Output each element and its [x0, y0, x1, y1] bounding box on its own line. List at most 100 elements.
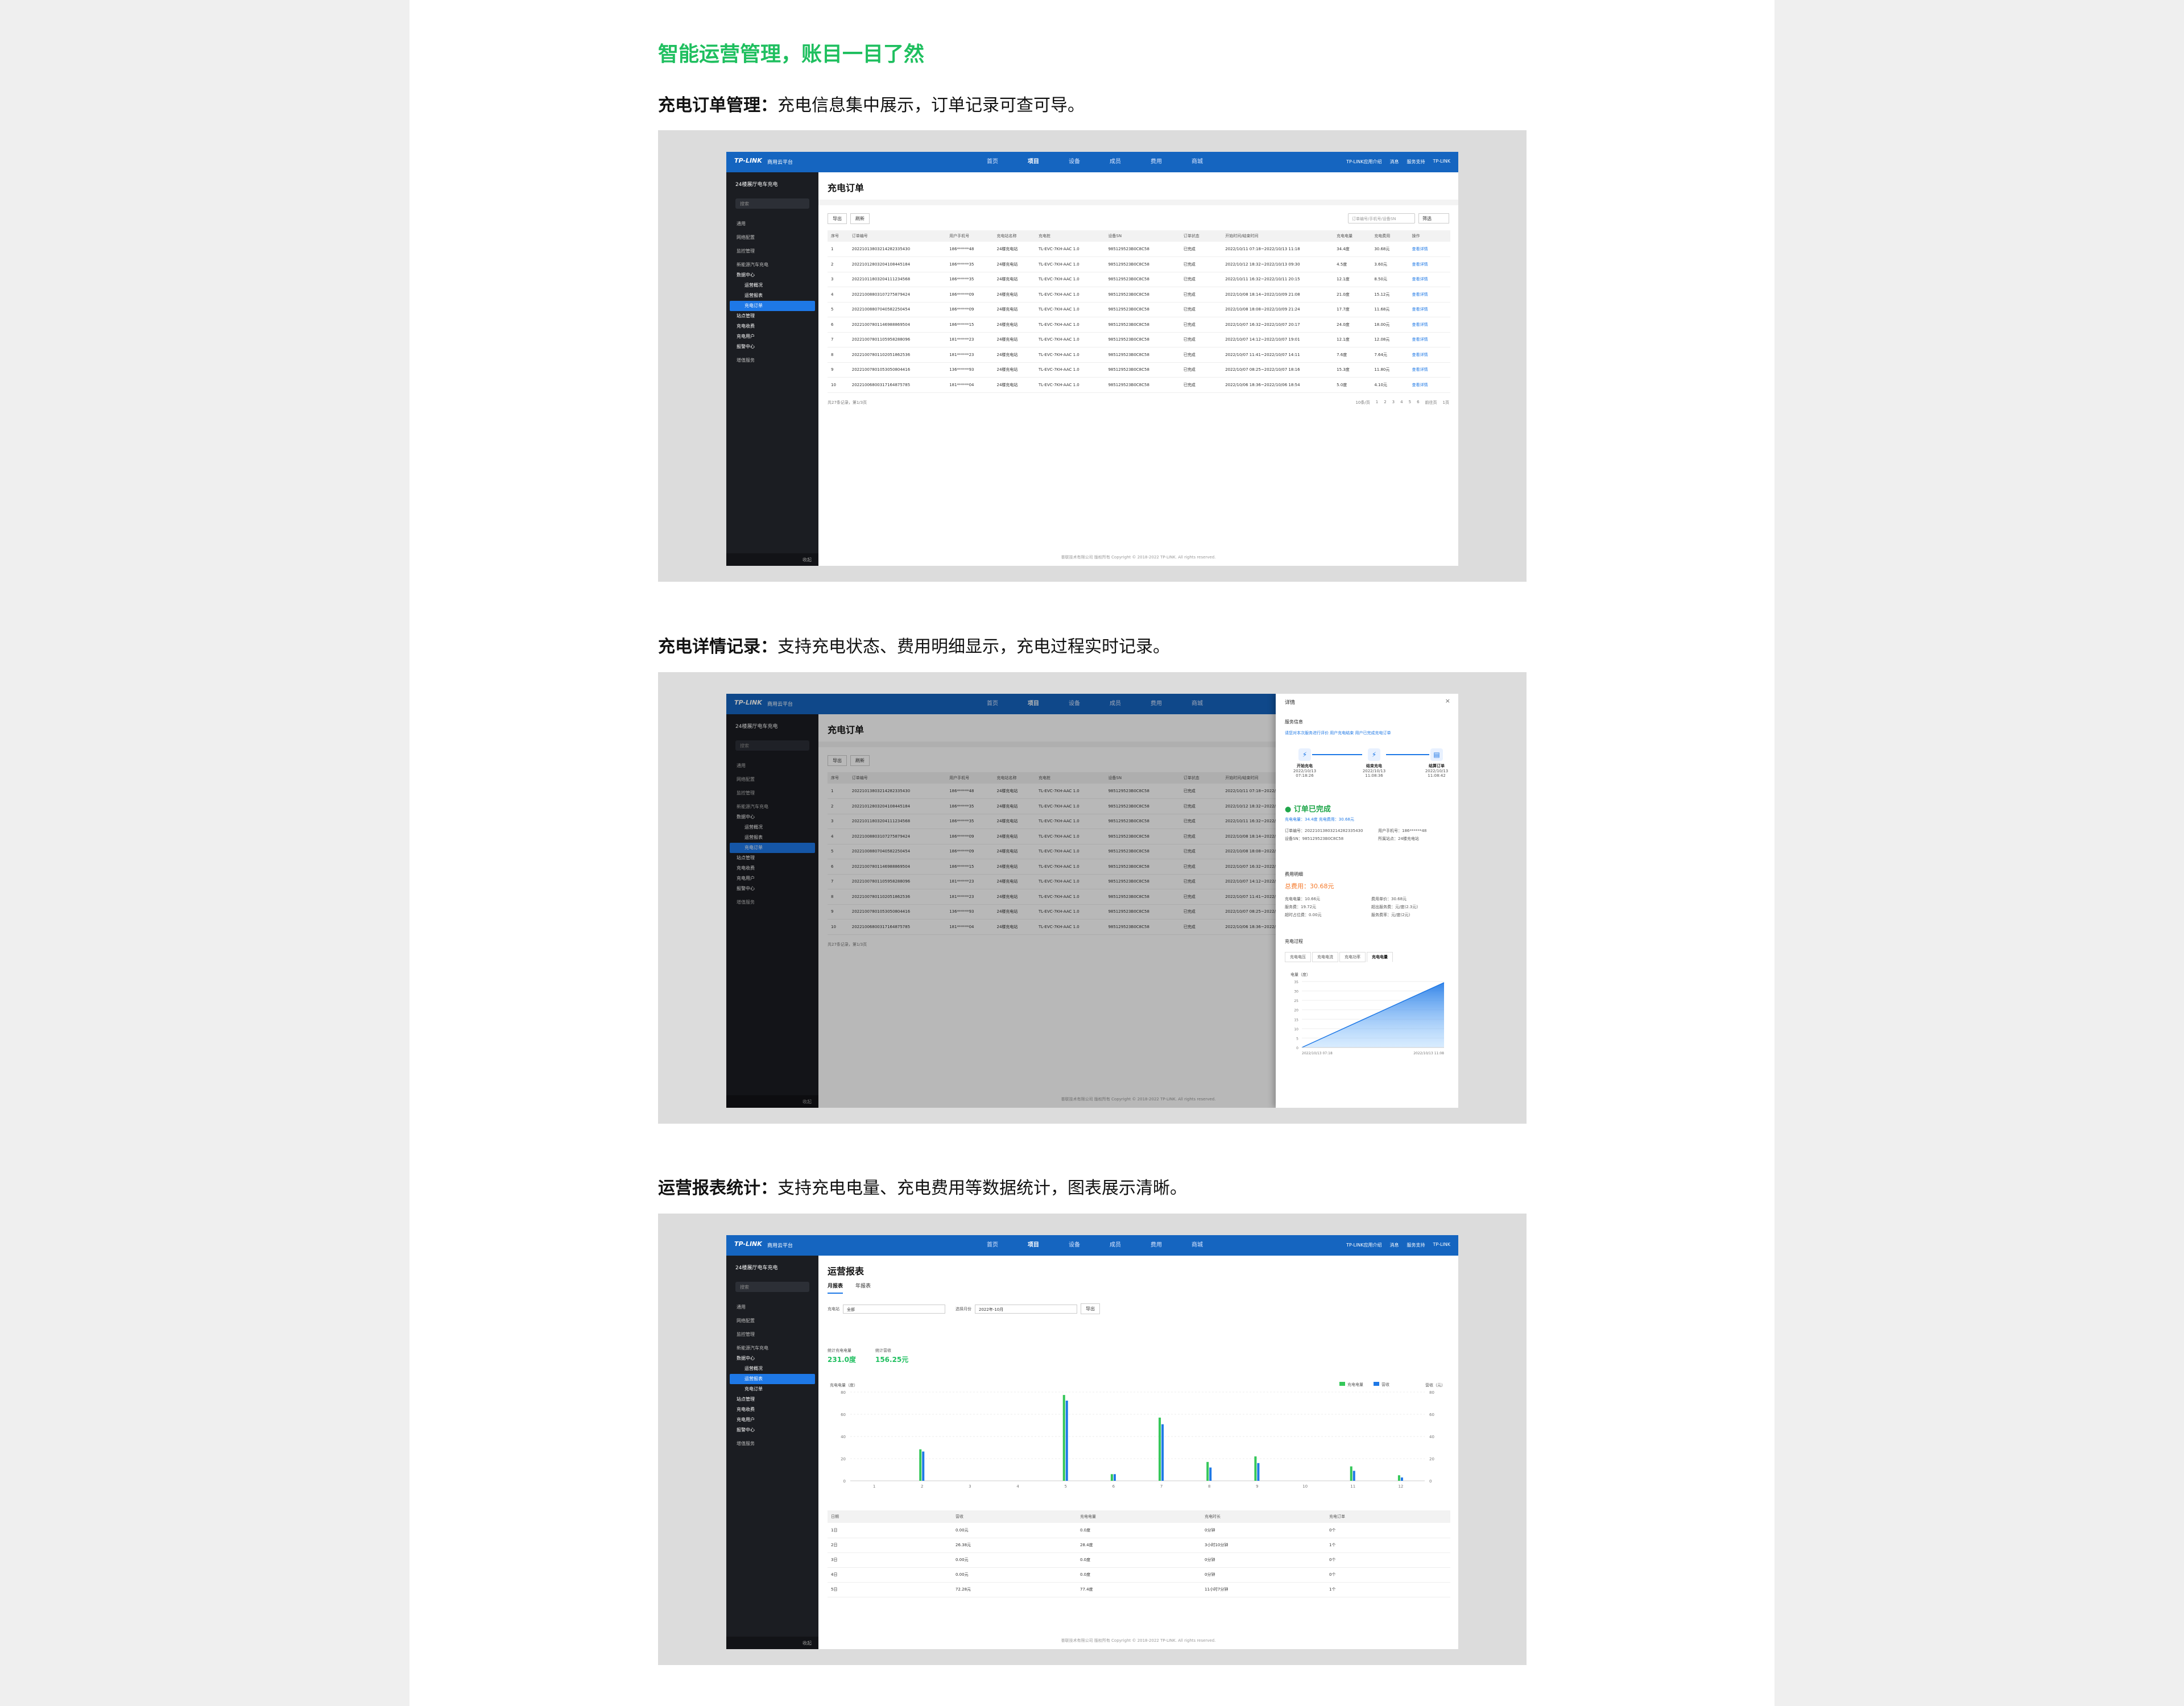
- view-detail-link[interactable]: 查看详情: [1408, 256, 1450, 272]
- sidebar-item[interactable]: 充电收费: [726, 321, 818, 332]
- bar-energy[interactable]: [1206, 1461, 1209, 1481]
- tab-yearly[interactable]: 年报表: [855, 1282, 871, 1294]
- curve-tab[interactable]: 充电功率: [1339, 952, 1366, 962]
- nav-item[interactable]: 首页: [972, 152, 1013, 172]
- sidebar-item[interactable]: 网络配置: [726, 233, 818, 243]
- sidebar-subitem-active[interactable]: 运营报表: [730, 1374, 815, 1384]
- page-number[interactable]: 2: [1384, 400, 1386, 405]
- column-header[interactable]: 充电费用: [1371, 230, 1409, 242]
- top-link[interactable]: 消息: [1390, 1242, 1399, 1248]
- column-header[interactable]: 序号: [828, 230, 849, 242]
- close-icon[interactable]: ×: [1445, 697, 1450, 705]
- user-menu[interactable]: TP-LINK: [1433, 159, 1450, 165]
- user-menu[interactable]: TP-LINK: [1433, 1242, 1450, 1248]
- sidebar-subitem[interactable]: 充电订单: [726, 1384, 818, 1394]
- search-input[interactable]: 订单编号/手机号/设备SN: [1348, 213, 1415, 223]
- view-detail-link[interactable]: 查看详情: [1408, 242, 1450, 257]
- view-detail-link[interactable]: 查看详情: [1408, 362, 1450, 378]
- nav-item[interactable]: 商城: [1177, 152, 1218, 172]
- bar-revenue[interactable]: [1400, 1477, 1403, 1481]
- top-link[interactable]: TP-LINK应用介绍: [1346, 1242, 1381, 1248]
- page-number[interactable]: 5: [1409, 400, 1411, 405]
- column-header[interactable]: 充电电量: [1333, 230, 1371, 242]
- sidebar-subitem[interactable]: 运营概况: [726, 280, 818, 291]
- bar-revenue[interactable]: [1113, 1474, 1116, 1481]
- filter-select[interactable]: 筛选: [1418, 213, 1449, 223]
- column-header[interactable]: 订单编号: [848, 230, 946, 242]
- sidebar-subitem[interactable]: 运营概况: [726, 1364, 818, 1374]
- refresh-button[interactable]: 刷新: [850, 213, 870, 224]
- nav-item[interactable]: 首页: [972, 1235, 1013, 1256]
- bar-revenue[interactable]: [922, 1451, 925, 1481]
- view-detail-link[interactable]: 查看详情: [1408, 347, 1450, 363]
- column-header[interactable]: 用户手机号: [946, 230, 994, 242]
- bar-energy[interactable]: [919, 1449, 922, 1481]
- export-button[interactable]: 导出: [1081, 1303, 1100, 1314]
- column-header[interactable]: 开始时间/结束时间: [1222, 230, 1334, 242]
- curve-tab[interactable]: 充电电流: [1312, 952, 1338, 962]
- bar-energy[interactable]: [1254, 1456, 1257, 1481]
- bar-revenue[interactable]: [1209, 1467, 1212, 1481]
- sidebar-item[interactable]: 数据中心: [726, 270, 818, 280]
- station-select[interactable]: 全部: [843, 1304, 945, 1314]
- view-detail-link[interactable]: 查看详情: [1408, 287, 1450, 303]
- sidebar-item[interactable]: 数据中心: [726, 1353, 818, 1364]
- bar-energy[interactable]: [1159, 1417, 1161, 1481]
- sidebar-item[interactable]: 充电用户: [726, 1415, 818, 1425]
- column-header[interactable]: 设备SN: [1105, 230, 1180, 242]
- curve-tab[interactable]: 充电电压: [1285, 952, 1311, 962]
- modal-overlay[interactable]: [726, 694, 1276, 1108]
- collapse-button[interactable]: 收起: [726, 1637, 818, 1649]
- bar-revenue[interactable]: [1257, 1463, 1260, 1481]
- nav-item[interactable]: 设备: [1054, 1235, 1095, 1256]
- nav-item[interactable]: 设备: [1054, 152, 1095, 172]
- sidebar-item[interactable]: 通用: [726, 1302, 818, 1312]
- column-header[interactable]: 充电站名称: [993, 230, 1035, 242]
- nav-item-active[interactable]: 项目: [1013, 1235, 1054, 1256]
- sidebar-item[interactable]: 通用: [726, 219, 818, 229]
- nav-item[interactable]: 成员: [1095, 1235, 1136, 1256]
- nav-item[interactable]: 费用: [1136, 152, 1177, 172]
- column-header[interactable]: 操作: [1408, 230, 1450, 242]
- nav-item[interactable]: 成员: [1095, 152, 1136, 172]
- nav-item[interactable]: 费用: [1136, 1235, 1177, 1256]
- sidebar-item[interactable]: 新能源汽车充电: [726, 260, 818, 270]
- sidebar-item[interactable]: 充电收费: [726, 1405, 818, 1415]
- nav-item-active[interactable]: 项目: [1013, 152, 1054, 172]
- sidebar-item[interactable]: 新能源汽车充电: [726, 1343, 818, 1353]
- top-link[interactable]: 服务支持: [1407, 159, 1425, 165]
- site-name[interactable]: 24楼展厅电车充电: [735, 180, 777, 188]
- export-button[interactable]: 导出: [828, 213, 847, 224]
- view-detail-link[interactable]: 查看详情: [1408, 272, 1450, 287]
- collapse-button[interactable]: 收起: [726, 553, 818, 566]
- sidebar-item[interactable]: 报警中心: [726, 342, 818, 352]
- top-link[interactable]: TP-LINK应用介绍: [1346, 159, 1381, 165]
- view-detail-link[interactable]: 查看详情: [1408, 332, 1450, 347]
- bar-energy[interactable]: [1110, 1474, 1113, 1481]
- bar-revenue[interactable]: [1065, 1401, 1068, 1481]
- sidebar-item[interactable]: 增值服务: [726, 355, 818, 366]
- sidebar-item[interactable]: 监控管理: [726, 246, 818, 256]
- column-header[interactable]: 充电桩: [1035, 230, 1105, 242]
- page-number[interactable]: 6: [1417, 400, 1419, 405]
- top-link[interactable]: 消息: [1390, 159, 1399, 165]
- sidebar-subitem[interactable]: 运营报表: [726, 291, 818, 301]
- sidebar-item[interactable]: 报警中心: [726, 1425, 818, 1435]
- page-number[interactable]: 3: [1392, 400, 1395, 405]
- sidebar-item[interactable]: 网络配置: [726, 1316, 818, 1326]
- sidebar-subitem-active[interactable]: 充电订单: [730, 301, 815, 311]
- page-number[interactable]: 1: [1376, 400, 1378, 405]
- bar-energy[interactable]: [1062, 1395, 1065, 1481]
- bar-revenue[interactable]: [1352, 1471, 1355, 1481]
- tab-monthly[interactable]: 月报表: [828, 1282, 843, 1294]
- top-link[interactable]: 服务支持: [1407, 1242, 1425, 1248]
- sidebar-item[interactable]: 充电用户: [726, 332, 818, 342]
- sidebar-search[interactable]: 搜索: [735, 198, 809, 209]
- bar-energy[interactable]: [1397, 1475, 1400, 1481]
- sidebar-item[interactable]: 增值服务: [726, 1439, 818, 1449]
- sidebar-item[interactable]: 监控管理: [726, 1330, 818, 1340]
- curve-tab-active[interactable]: 充电电量: [1367, 952, 1393, 962]
- sidebar-search[interactable]: 搜索: [735, 1282, 809, 1292]
- bar-revenue[interactable]: [1161, 1424, 1164, 1481]
- view-detail-link[interactable]: 查看详情: [1408, 377, 1450, 393]
